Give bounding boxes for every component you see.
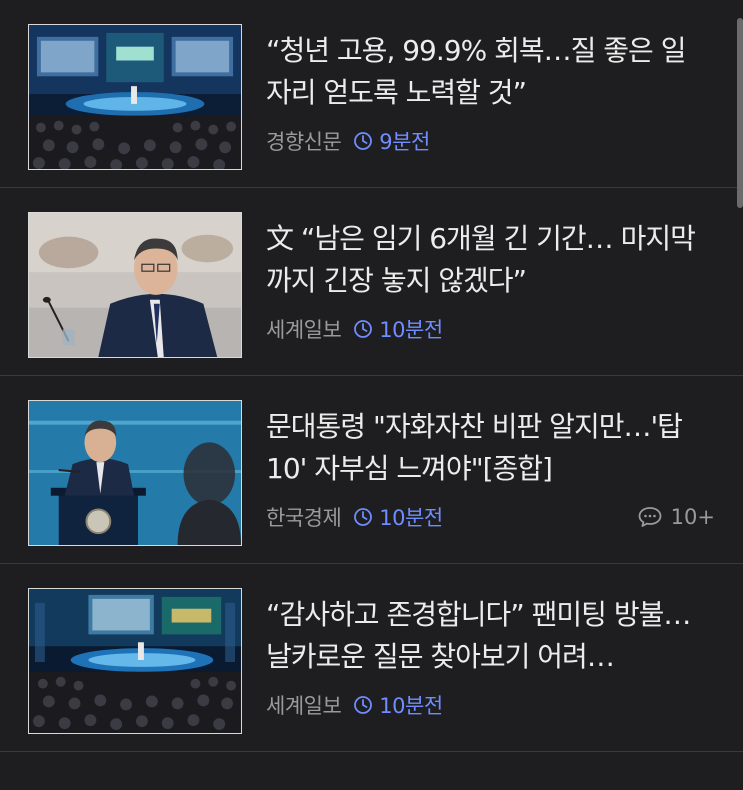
article-title[interactable]: “청년 고용, 99.9% 회복…질 좋은 일자리 얻도록 노력할 것”: [266, 30, 706, 114]
article-title[interactable]: 文 “남은 임기 6개월 긴 기간… 마지막까지 긴장 놓지 않겠다”: [266, 218, 706, 302]
article-thumbnail[interactable]: [28, 588, 242, 734]
publish-time: 10분전: [379, 694, 443, 718]
article-meta: 경향신문 9분전: [266, 124, 430, 158]
press-name[interactable]: 세계일보: [266, 690, 342, 720]
news-list: “청년 고용, 99.9% 회복…질 좋은 일자리 얻도록 노력할 것” 경향신…: [0, 0, 743, 752]
article-title[interactable]: 문대통령 "자화자찬 비판 알지만…'탑10' 자부심 느껴야"[종합]: [266, 406, 706, 490]
news-item[interactable]: 문대통령 "자화자찬 비판 알지만…'탑10' 자부심 느껴야"[종합] 한국경…: [0, 376, 743, 564]
news-item[interactable]: 文 “남은 임기 6개월 긴 기간… 마지막까지 긴장 놓지 않겠다” 세계일보…: [0, 188, 743, 376]
article-thumbnail[interactable]: [28, 24, 242, 170]
press-name[interactable]: 경향신문: [266, 126, 342, 156]
press-name[interactable]: 한국경제: [266, 502, 342, 532]
comment-count: 10+: [670, 505, 715, 529]
clock-icon: [354, 132, 373, 150]
clock-icon: [354, 696, 373, 714]
publish-time: 9분전: [379, 130, 430, 154]
scrollbar[interactable]: [737, 18, 743, 208]
clock-icon: [354, 508, 373, 526]
article-meta: 한국경제 10분전: [266, 500, 443, 534]
townhall-stage-photo-icon: [29, 589, 241, 733]
article-meta: 세계일보 10분전: [266, 312, 443, 346]
publish-time: 10분전: [379, 318, 443, 342]
clock-icon: [354, 320, 373, 338]
article-title[interactable]: “감사하고 존경합니다” 팬미팅 방불… 날카로운 질문 찾아보기 어려…: [266, 594, 706, 678]
comment-count-button[interactable]: 10+: [637, 500, 715, 534]
article-thumbnail[interactable]: [28, 400, 242, 546]
news-item[interactable]: “청년 고용, 99.9% 회복…질 좋은 일자리 얻도록 노력할 것” 경향신…: [0, 0, 743, 188]
president-podium-photo-icon: [29, 401, 241, 545]
townhall-stage-photo-icon: [29, 25, 241, 169]
article-thumbnail[interactable]: [28, 212, 242, 358]
news-item[interactable]: “감사하고 존경합니다” 팬미팅 방불… 날카로운 질문 찾아보기 어려… 세계…: [0, 564, 743, 752]
publish-time: 10분전: [379, 506, 443, 530]
press-name[interactable]: 세계일보: [266, 314, 342, 344]
speech-bubble-icon: [638, 507, 662, 527]
article-meta: 세계일보 10분전: [266, 688, 443, 722]
president-speaking-photo-icon: [29, 213, 241, 357]
